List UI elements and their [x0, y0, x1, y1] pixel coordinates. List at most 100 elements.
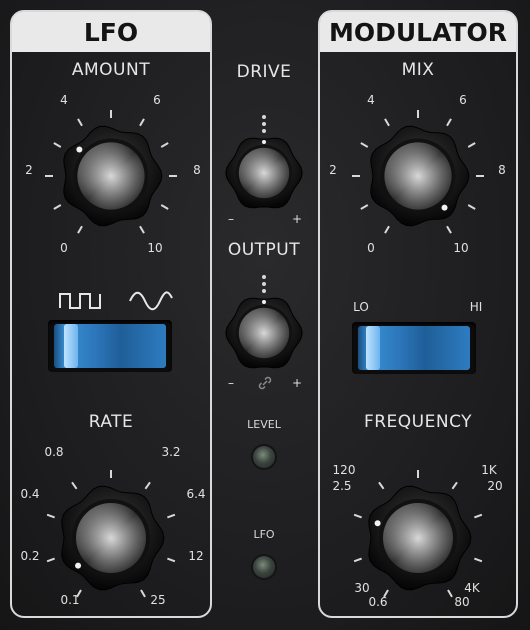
mix-tick-8: 8 — [498, 163, 506, 177]
mix-label: MIX — [401, 60, 435, 80]
mix-tick-2: 2 — [329, 163, 337, 177]
amount-tick-10: 10 — [147, 241, 163, 255]
range-switch[interactable] — [352, 322, 476, 374]
knob-freq-tick-mark-1 — [353, 557, 362, 563]
mix-knob[interactable] — [338, 96, 498, 256]
mix-tick-0: 0 — [367, 241, 375, 255]
freq-tick-80: 80 — [454, 595, 470, 609]
knob-freq-pointer-dot — [374, 520, 381, 527]
knob-rate-tick-mark-5 — [144, 481, 151, 490]
amount-tick-4: 4 — [60, 93, 68, 107]
knob-freq-tick-mark-6 — [474, 513, 483, 519]
rate-tick-25: 25 — [150, 593, 166, 607]
knob-rate-pointer-dot — [75, 562, 82, 569]
knob-drive-cap-sheen — [238, 147, 290, 199]
knob-freq-cap-sheen — [383, 503, 453, 573]
rate-knob[interactable] — [31, 458, 191, 618]
knob-drive-top-dot-2 — [262, 115, 266, 119]
knob-mix-pointer-dot — [441, 204, 448, 211]
mix-tick-4: 4 — [367, 93, 375, 107]
knob-output-top-dot-0 — [262, 289, 266, 293]
amount-knob[interactable] — [31, 96, 191, 256]
drive-plus-label: + — [291, 212, 303, 226]
drive-label: DRIVE — [236, 62, 292, 82]
knob-output-top-dot-1 — [262, 282, 266, 286]
output-label: OUTPUT — [227, 240, 301, 260]
rate-tick-0.2: 0.2 — [20, 549, 40, 563]
knob-amount-tick-mark-0 — [77, 225, 83, 234]
output-knob[interactable] — [212, 275, 316, 385]
knob-mix-cap-sheen — [384, 142, 452, 210]
knob-rate-tick-mark-2 — [46, 513, 55, 519]
link-icon[interactable] — [257, 375, 273, 391]
range-switch-highlight — [366, 326, 380, 370]
rate-tick-6.4: 6.4 — [186, 487, 206, 501]
knob-freq-tick-mark-3 — [378, 481, 385, 490]
amount-tick-0: 0 — [60, 241, 68, 255]
knob-mix-tick-mark-6 — [446, 118, 452, 127]
drive-knob[interactable] — [212, 115, 316, 225]
knob-rate-tick-mark-7 — [167, 557, 176, 563]
waveform-switch-highlight — [64, 324, 78, 368]
freq-tick-20: 20 — [487, 479, 503, 493]
drive-minus-label: – — [228, 212, 234, 226]
rate-tick-0.8: 0.8 — [44, 445, 64, 459]
knob-freq-tick-mark-2 — [353, 513, 362, 519]
mix-tick-10: 10 — [453, 241, 469, 255]
rate-label: RATE — [88, 412, 134, 432]
freq-tick-4k: 4K — [464, 581, 480, 595]
knob-mix-tick-mark-4 — [384, 118, 390, 127]
knob-mix-tick-mark-0 — [384, 225, 390, 234]
waveform-switch[interactable] — [48, 320, 172, 372]
modulator-title: MODULATOR — [320, 12, 516, 52]
freq-tick-2.5: 2.5 — [332, 479, 352, 493]
knob-amount-tick-mark-9 — [160, 204, 169, 210]
knob-output-top-dot-2 — [262, 275, 266, 279]
rate-tick-3.2: 3.2 — [161, 445, 181, 459]
rate-tick-0.4: 0.4 — [20, 487, 40, 501]
freq-tick-0.6: 0.6 — [368, 595, 388, 609]
frequency-label: FREQUENCY — [363, 412, 473, 432]
knob-drive-top-dot-1 — [262, 122, 266, 126]
knob-freq-tick-mark-5 — [451, 481, 458, 490]
knob-amount-tick-mark-3 — [53, 142, 62, 148]
knob-output-cap-sheen — [238, 307, 290, 359]
amount-tick-6: 6 — [153, 93, 161, 107]
knob-mix-tick-mark-1 — [360, 204, 369, 210]
lfo-title: LFO — [12, 12, 210, 52]
knob-amount-tick-mark-6 — [139, 118, 145, 127]
knob-freq-tick-mark-7 — [474, 557, 483, 563]
rate-tick-0.1: 0.1 — [60, 593, 80, 607]
knob-amount-tick-mark-10 — [139, 225, 145, 234]
knob-rate-cap-sheen — [76, 503, 146, 573]
amount-tick-8: 8 — [193, 163, 201, 177]
knob-rate-tick-mark-8 — [140, 589, 146, 598]
knob-amount-pointer-dot — [76, 146, 83, 153]
knob-amount-tick-mark-7 — [160, 142, 169, 148]
knob-rate-tick-mark-3 — [71, 481, 78, 490]
knob-amount-tick-mark-1 — [53, 204, 62, 210]
range-lo-label: LO — [353, 300, 369, 314]
knob-mix-tick-mark-7 — [467, 142, 476, 148]
freq-tick-30: 30 — [354, 581, 370, 595]
knob-mix-tick-mark-9 — [467, 204, 476, 210]
range-hi-label: HI — [469, 300, 483, 314]
amount-tick-2: 2 — [25, 163, 33, 177]
knob-output-pointer-dot — [262, 300, 266, 305]
knob-rate-tick-mark-6 — [167, 513, 176, 519]
amount-label: AMOUNT — [71, 60, 151, 80]
knob-freq-tick-mark-8 — [447, 589, 453, 598]
mix-tick-6: 6 — [459, 93, 467, 107]
freq-tick-120: 120 — [332, 463, 356, 477]
output-plus-label: + — [291, 376, 303, 390]
freq-tick-1k: 1K — [481, 463, 497, 477]
lfo-led-label: LFO — [253, 528, 275, 541]
knob-rate-tick-mark-1 — [46, 557, 55, 563]
rate-tick-12: 12 — [188, 549, 204, 563]
output-minus-label: – — [228, 376, 234, 390]
knob-mix-tick-mark-3 — [360, 142, 369, 148]
sine-wave-icon — [129, 291, 173, 311]
knob-amount-tick-mark-4 — [77, 118, 83, 127]
level-led — [253, 446, 275, 468]
level-led-label: LEVEL — [247, 418, 281, 431]
